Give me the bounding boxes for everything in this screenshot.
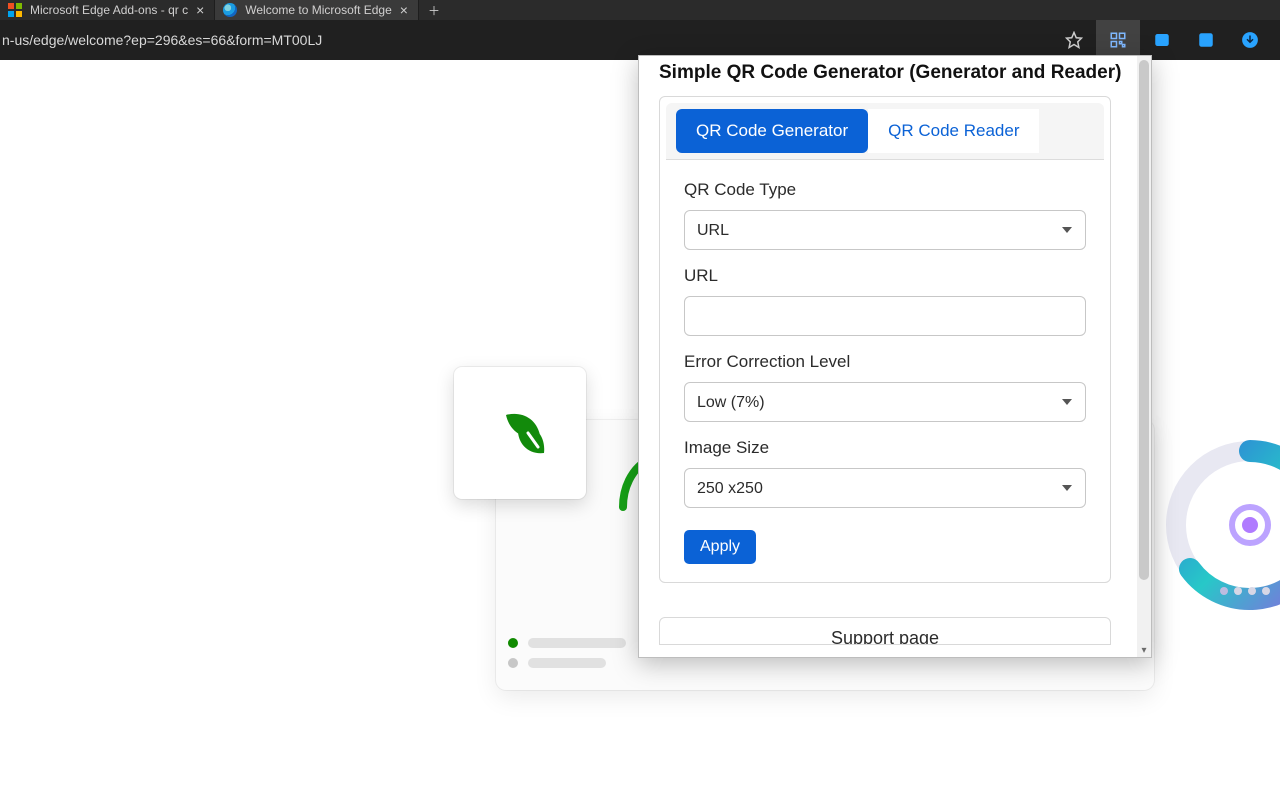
- leaf-card: [454, 367, 586, 499]
- label-url: URL: [684, 266, 1086, 286]
- popup-tabs: QR Code Generator QR Code Reader: [666, 103, 1104, 160]
- tab-reader[interactable]: QR Code Reader: [868, 109, 1039, 153]
- label-qr-type: QR Code Type: [684, 180, 1086, 200]
- gauge-icon: [1160, 435, 1280, 615]
- qr-extension-icon[interactable]: [1096, 20, 1140, 60]
- performance-panel: ⌄: [1160, 395, 1280, 675]
- tab-title: Welcome to Microsoft Edge: [245, 3, 392, 17]
- leaf-icon: [488, 401, 552, 465]
- skeleton-rows: [508, 638, 626, 678]
- support-link[interactable]: Support page: [659, 617, 1111, 645]
- extension-icon-3[interactable]: [1184, 20, 1228, 60]
- extension-icon-2[interactable]: [1140, 20, 1184, 60]
- close-icon[interactable]: ×: [400, 3, 408, 17]
- tab-generator[interactable]: QR Code Generator: [676, 109, 868, 153]
- edge-icon: [223, 3, 237, 17]
- page-content: ur d beyond what you ever rter browser. …: [0, 60, 1280, 800]
- select-image-size[interactable]: 250 x250: [684, 468, 1086, 508]
- address-bar: n-us/edge/welcome?ep=296&es=66&form=MT00…: [0, 20, 1280, 60]
- downloads-icon[interactable]: [1228, 20, 1272, 60]
- scrollbar-down-icon[interactable]: ▾: [1137, 643, 1151, 657]
- generator-card: QR Code Generator QR Code Reader QR Code…: [659, 96, 1111, 583]
- popup-scrollbar[interactable]: ▾: [1137, 56, 1151, 657]
- close-icon[interactable]: ×: [196, 3, 204, 17]
- input-url[interactable]: [684, 296, 1086, 336]
- browser-chrome: Microsoft Edge Add-ons - qr c × Welcome …: [0, 0, 1280, 60]
- hero-subtitle: beyond what you ever rter browser.: [0, 379, 280, 437]
- tab-strip: Microsoft Edge Add-ons - qr c × Welcome …: [0, 0, 1280, 20]
- popup-title: Simple QR Code Generator (Generator and …: [659, 62, 1139, 84]
- select-error-level[interactable]: Low (7%): [684, 382, 1086, 422]
- new-tab-button[interactable]: ＋: [419, 0, 449, 20]
- generator-form: QR Code Type URL URL Error Correction Le…: [666, 160, 1104, 564]
- browser-tab-addons[interactable]: Microsoft Edge Add-ons - qr c ×: [0, 0, 215, 20]
- browser-tab-welcome[interactable]: Welcome to Microsoft Edge ×: [215, 0, 419, 20]
- label-error-level: Error Correction Level: [684, 352, 1086, 372]
- hero-text: ur d beyond what you ever rter browser. …: [0, 235, 280, 496]
- msstore-icon: [8, 3, 22, 17]
- favorite-icon[interactable]: [1052, 20, 1096, 60]
- scrollbar-thumb[interactable]: [1139, 60, 1149, 580]
- hero-title: ur d: [0, 235, 280, 353]
- select-qr-type[interactable]: URL: [684, 210, 1086, 250]
- toolbar-icons: [1052, 20, 1272, 60]
- url-text[interactable]: n-us/edge/welcome?ep=296&es=66&form=MT00…: [0, 32, 1048, 48]
- tab-title: Microsoft Edge Add-ons - qr c: [30, 3, 188, 17]
- label-image-size: Image Size: [684, 438, 1086, 458]
- extension-popup: ▾ Simple QR Code Generator (Generator an…: [638, 55, 1152, 658]
- apply-button[interactable]: Apply: [684, 530, 756, 564]
